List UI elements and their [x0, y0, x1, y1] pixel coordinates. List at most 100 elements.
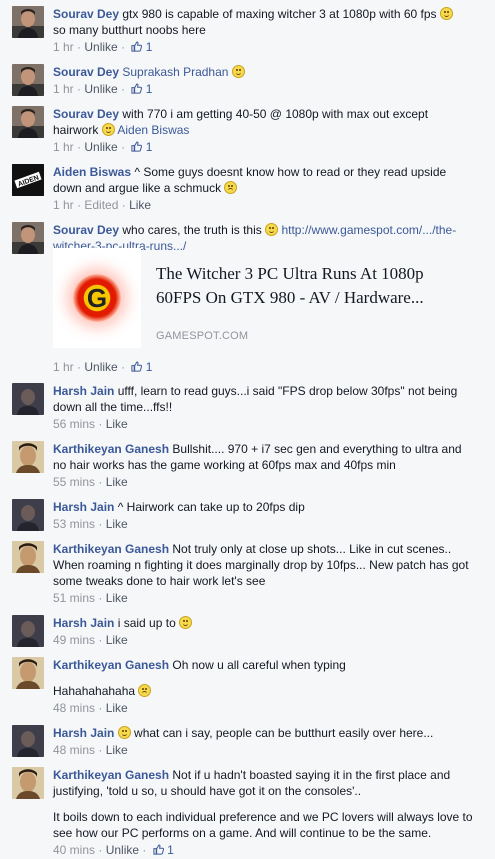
avatar[interactable] — [12, 541, 44, 573]
comment-meta: 1 hr · Unlike · 1 — [53, 139, 473, 155]
unlike-link[interactable]: Unlike — [84, 40, 117, 54]
gasp-emoji-icon — [138, 684, 152, 697]
author-link[interactable]: Harsh Jain — [53, 726, 114, 740]
author-link[interactable]: Sourav Dey — [53, 223, 119, 237]
like-count[interactable]: 1 — [146, 140, 153, 154]
author-link[interactable]: Karthikeyan Ganesh — [53, 658, 169, 672]
preview-title[interactable]: The Witcher 3 PC Ultra Runs At 1080p 60F… — [156, 262, 456, 310]
avatar[interactable] — [12, 383, 44, 415]
author-link[interactable]: Sourav Dey — [53, 107, 119, 121]
avatar[interactable] — [12, 106, 44, 138]
like-count[interactable]: 1 — [146, 40, 153, 54]
link-preview-card[interactable]: G The Witcher 3 PC Ultra Runs At 1080p 6… — [53, 248, 465, 360]
comment-text: ufff, learn to read guys...i said "FPS d… — [53, 384, 458, 414]
like-link[interactable]: Like — [106, 517, 128, 531]
like-link[interactable]: Like — [106, 701, 128, 715]
author-link[interactable]: Karthikeyan Ganesh — [53, 768, 169, 782]
comment-body: Karthikeyan Ganesh Bullshit.... 970 + i7… — [53, 441, 473, 490]
comment-body: Harsh Jain what can i say, people can be… — [53, 725, 473, 758]
avatar[interactable] — [12, 222, 44, 254]
unlike-link[interactable]: Unlike — [106, 843, 139, 857]
comment-body: Harsh Jain i said up to 49 mins · Like — [53, 615, 473, 648]
like-count[interactable]: 1 — [146, 82, 153, 96]
mention-link[interactable]: Suprakash Pradhan — [122, 65, 228, 79]
separator: · — [121, 360, 126, 374]
avatar[interactable]: AIDEN — [12, 164, 44, 196]
author-link[interactable]: Sourav Dey — [53, 7, 119, 21]
avatar[interactable] — [12, 499, 44, 531]
author-link[interactable]: Sourav Dey — [53, 65, 119, 79]
timestamp[interactable]: 55 mins — [53, 475, 95, 489]
avatar[interactable] — [12, 615, 44, 647]
like-link[interactable]: Like — [106, 417, 128, 431]
separator: · — [121, 40, 126, 54]
separator: · — [98, 701, 103, 715]
comment-body: Karthikeyan Ganesh Oh now u all careful … — [53, 657, 473, 716]
avatar[interactable] — [12, 725, 44, 757]
like-link[interactable]: Like — [106, 633, 128, 647]
comment-text: ^ Hairwork can take up to 20fps dip — [117, 500, 305, 514]
timestamp[interactable]: 1 hr — [53, 360, 74, 374]
comment-body: Sourav Dey with 770 i am getting 40-50 @… — [53, 106, 473, 155]
comment-meta: 1 hr · Edited · Like — [53, 197, 473, 213]
mention-link[interactable]: Aiden Biswas — [117, 123, 189, 137]
author-link[interactable]: Aiden Biswas — [53, 165, 131, 179]
separator: · — [77, 360, 82, 374]
unlike-link[interactable]: Unlike — [84, 140, 117, 154]
edited-label[interactable]: Edited — [84, 198, 118, 212]
comment-meta: 55 mins · Like — [53, 474, 473, 490]
timestamp[interactable]: 56 mins — [53, 417, 95, 431]
thumbs-up-icon[interactable] — [131, 83, 142, 94]
comment-text-continued: so many butthurt noobs here — [53, 23, 206, 37]
comment-text: who cares, the truth is this — [122, 223, 262, 237]
author-link[interactable]: Harsh Jain — [53, 500, 114, 514]
like-link[interactable]: Like — [106, 743, 128, 757]
like-link[interactable]: Like — [106, 475, 128, 489]
grin-emoji-icon — [117, 726, 131, 739]
comment-meta: 53 mins · Like — [53, 516, 473, 532]
comment-meta: 1 hr · Unlike · 1 — [53, 81, 473, 97]
gamespot-logo-icon: G — [73, 274, 121, 322]
timestamp[interactable]: 53 mins — [53, 517, 95, 531]
author-link[interactable]: Harsh Jain — [53, 384, 114, 398]
comment-meta: 40 mins · Unlike · 1 — [53, 842, 473, 858]
comment-text: Oh now u all careful when typing — [172, 658, 346, 672]
preview-source: GAMESPOT.COM — [156, 330, 249, 342]
comment-body: Aiden Biswas ^ Some guys doesnt know how… — [53, 164, 473, 213]
like-link[interactable]: Like — [129, 198, 151, 212]
separator: · — [98, 475, 103, 489]
author-link[interactable]: Harsh Jain — [53, 616, 114, 630]
unlike-link[interactable]: Unlike — [84, 360, 117, 374]
avatar[interactable] — [12, 657, 44, 689]
like-link[interactable]: Like — [106, 591, 128, 605]
smile-emoji-icon — [179, 616, 193, 629]
thumbs-up-icon[interactable] — [153, 844, 164, 855]
timestamp[interactable]: 48 mins — [53, 743, 95, 757]
timestamp[interactable]: 1 hr — [53, 40, 74, 54]
like-count[interactable]: 1 — [146, 360, 153, 374]
avatar[interactable] — [12, 441, 44, 473]
avatar[interactable] — [12, 767, 44, 799]
tongue-emoji-icon — [231, 65, 245, 78]
unlike-link[interactable]: Unlike — [84, 82, 117, 96]
preview-thumbnail[interactable]: G — [53, 248, 141, 348]
thumbs-up-icon[interactable] — [131, 41, 142, 52]
timestamp[interactable]: 49 mins — [53, 633, 95, 647]
author-link[interactable]: Karthikeyan Ganesh — [53, 542, 169, 556]
timestamp[interactable]: 1 hr — [53, 198, 74, 212]
separator: · — [77, 82, 82, 96]
separator: · — [98, 743, 103, 757]
thumbs-up-icon[interactable] — [131, 141, 142, 152]
avatar[interactable] — [12, 64, 44, 96]
author-link[interactable]: Karthikeyan Ganesh — [53, 442, 169, 456]
avatar[interactable] — [12, 6, 44, 38]
timestamp[interactable]: 40 mins — [53, 843, 95, 857]
thumbs-up-icon[interactable] — [131, 361, 142, 372]
timestamp[interactable]: 48 mins — [53, 701, 95, 715]
separator: · — [77, 40, 82, 54]
timestamp[interactable]: 51 mins — [53, 591, 95, 605]
like-count[interactable]: 1 — [167, 843, 174, 857]
comment-meta: 51 mins · Like — [53, 590, 473, 606]
timestamp[interactable]: 1 hr — [53, 82, 74, 96]
timestamp[interactable]: 1 hr — [53, 140, 74, 154]
